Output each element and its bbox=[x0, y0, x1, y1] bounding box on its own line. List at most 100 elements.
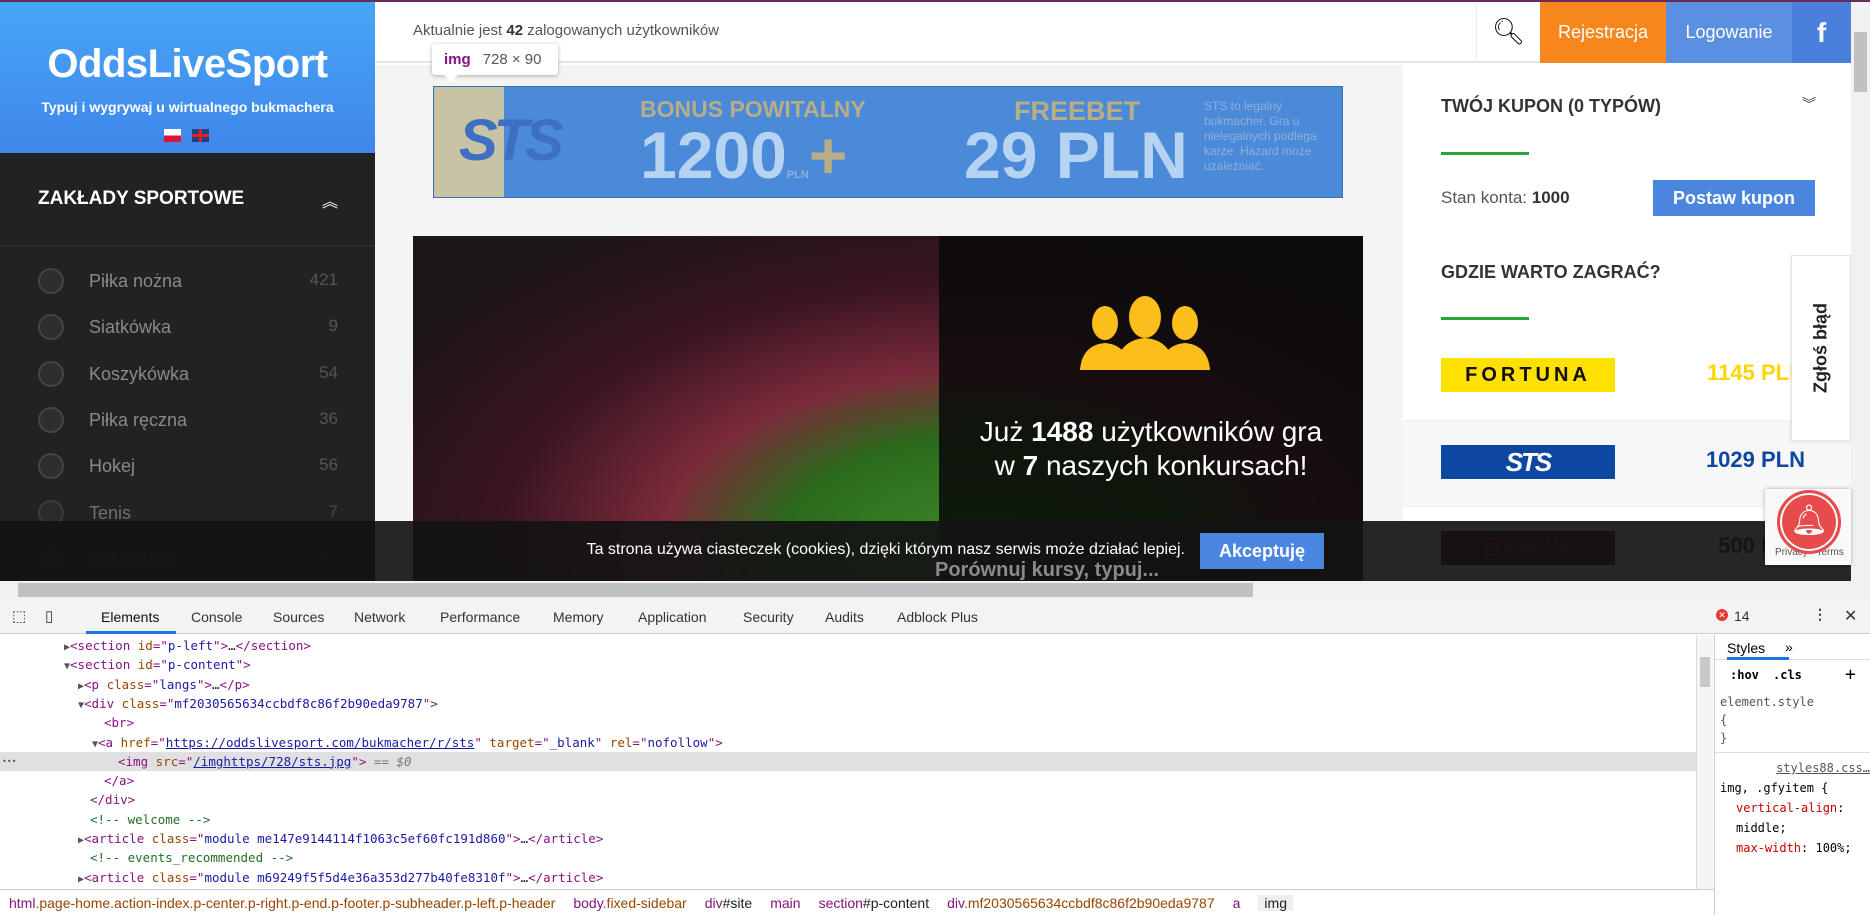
devtools-tab-elements[interactable]: Elements bbox=[101, 609, 159, 625]
code-token: " bbox=[594, 734, 610, 750]
css-property[interactable]: max-width bbox=[1736, 841, 1801, 855]
error-count[interactable]: 14 bbox=[1734, 608, 1750, 624]
breadcrumb-item[interactable]: div.mf2030565634ccbdf8c86f2b90eda9787 bbox=[947, 895, 1215, 911]
node-markup[interactable]: ▶<p class="langs">…</p> bbox=[78, 675, 250, 696]
site-logo-title[interactable]: OddsLiveSport bbox=[0, 42, 375, 87]
login-button[interactable]: Logowanie bbox=[1666, 2, 1792, 63]
breadcrumb-item[interactable]: div#site bbox=[705, 895, 752, 911]
dom-node-line[interactable]: ▶<p class="langs">…</p> bbox=[0, 675, 1696, 694]
sidebar-item[interactable]: Piłka ręczna 36 bbox=[0, 401, 375, 441]
breadcrumb-item[interactable]: a bbox=[1233, 895, 1241, 911]
error-icon[interactable]: ✕ bbox=[1716, 609, 1728, 621]
dom-node-line[interactable]: ••• <img src="/imghttps/728/sts.jpg"> == … bbox=[0, 751, 1696, 771]
flag-uk-icon[interactable] bbox=[192, 129, 209, 142]
search-button[interactable]: 🔍︎ bbox=[1476, 2, 1540, 63]
css-property[interactable]: vertical-align bbox=[1736, 801, 1837, 815]
scrollbar-thumb[interactable] bbox=[18, 583, 1253, 597]
node-markup[interactable]: <img src="/imghttps/728/sts.jpg"> == $0 bbox=[118, 752, 412, 771]
breadcrumb-item[interactable]: body.fixed-sidebar bbox=[573, 895, 686, 911]
horizontal-scrollbar[interactable] bbox=[0, 581, 1870, 599]
elements-tree[interactable]: ▶<section id="p-left">…</section> ▼<secti… bbox=[0, 635, 1696, 889]
dom-node-line[interactable]: ▶<article class="module m69249f5f5d4e36a… bbox=[0, 868, 1696, 887]
sidebar-item-label: Siatkówka bbox=[89, 317, 172, 338]
facebook-button[interactable]: f bbox=[1792, 2, 1851, 63]
css-value[interactable]: middle; bbox=[1736, 821, 1787, 835]
hov-toggle[interactable]: :hov bbox=[1730, 668, 1759, 682]
devtools-tab-audits[interactable]: Audits bbox=[825, 609, 864, 625]
sidebar-item[interactable]: Koszykówka 54 bbox=[0, 355, 375, 395]
node-actions-icon[interactable]: ••• bbox=[2, 752, 16, 771]
node-markup[interactable]: ▼<section id="p-content"> bbox=[64, 655, 251, 676]
node-markup[interactable]: ▶<article class="module m69249f5f5d4e36a… bbox=[78, 868, 603, 889]
register-button[interactable]: Rejestracja bbox=[1540, 2, 1666, 63]
chevron-down-icon[interactable]: ︾ bbox=[1802, 94, 1816, 114]
dom-node-line[interactable]: ▶<section id="p-left">…</section> bbox=[0, 636, 1696, 655]
devtools-tab-network[interactable]: Network bbox=[354, 609, 405, 625]
dom-node-line[interactable]: <!-- welcome --> bbox=[0, 810, 1696, 829]
dom-node-line[interactable]: <!-- events_recommended --> bbox=[0, 848, 1696, 867]
dom-node-line[interactable]: ▼<a href="https://oddslivesport.com/bukm… bbox=[0, 733, 1696, 752]
dom-node-line[interactable]: </div> bbox=[0, 790, 1696, 809]
more-tabs-icon[interactable]: » bbox=[1785, 639, 1793, 655]
devtools-tab-security[interactable]: Security bbox=[743, 609, 794, 625]
flag-pl-icon[interactable] bbox=[164, 129, 181, 142]
inspect-element-icon[interactable]: ⬚ bbox=[12, 607, 26, 625]
code-token: </article> bbox=[528, 831, 604, 846]
sts-banner-ad[interactable]: STS BONUS POWITALNY 1200PLN+ FREEBET 29 … bbox=[433, 86, 1343, 198]
node-markup[interactable]: <!-- welcome --> bbox=[90, 810, 210, 829]
node-markup[interactable]: <!-- events_recommended --> bbox=[90, 848, 293, 867]
device-toolbar-icon[interactable]: ▯ bbox=[45, 607, 53, 625]
page-scrollbar[interactable] bbox=[1851, 2, 1870, 581]
node-markup[interactable]: </a> bbox=[104, 771, 134, 790]
node-markup[interactable]: ▶<section id="p-left">…</section> bbox=[64, 636, 311, 657]
node-markup[interactable]: </div> bbox=[90, 790, 135, 809]
more-menu-icon[interactable]: ⋮ bbox=[1813, 606, 1827, 623]
devtools-tab-sources[interactable]: Sources bbox=[273, 609, 324, 625]
place-coupon-button[interactable]: Postaw kupon bbox=[1653, 180, 1815, 216]
css-rule[interactable]: styles88.css… img, .gfyitem { vertical-a… bbox=[1720, 758, 1870, 858]
node-markup[interactable]: ▶<article class="module me147e9144114f10… bbox=[78, 829, 603, 850]
add-rule-icon[interactable]: + bbox=[1845, 664, 1856, 685]
section-title[interactable]: ZAKŁADY SPORTOWE bbox=[38, 188, 244, 210]
devtools-tab-adblock-plus[interactable]: Adblock Plus bbox=[897, 609, 978, 625]
sidebar-item[interactable]: Piłka nożna 421 bbox=[0, 262, 375, 302]
bookmaker-row[interactable]: FORTUNA 1145 PLN bbox=[1403, 334, 1851, 420]
node-markup[interactable]: <br> bbox=[104, 713, 134, 732]
code-token: mf2030565634ccbdf8c86f2b90eda9787 bbox=[174, 695, 423, 711]
dom-node-line[interactable]: ▶<article class="module me147e9144114f10… bbox=[0, 829, 1696, 848]
scrollbar-thumb[interactable] bbox=[1700, 657, 1710, 687]
chevron-up-icon[interactable]: ︽ bbox=[322, 188, 338, 212]
dom-node-line[interactable]: ▼<section id="p-content"> bbox=[0, 655, 1696, 674]
bookmaker-logo[interactable]: FORTUNA bbox=[1441, 358, 1615, 392]
cls-toggle[interactable]: .cls bbox=[1773, 668, 1802, 682]
sidebar-item[interactable]: Siatkówka 9 bbox=[0, 308, 375, 348]
node-markup[interactable]: ▼<a href="https://oddslivesport.com/bukm… bbox=[92, 733, 723, 754]
node-markup[interactable]: ▼<div class="mf2030565634ccbdf8c86f2b90e… bbox=[78, 694, 438, 715]
css-value[interactable]: 100%; bbox=[1815, 841, 1851, 855]
bookmaker-logo[interactable]: STS bbox=[1441, 445, 1615, 479]
dom-node-line[interactable]: ▼<div class="mf2030565634ccbdf8c86f2b90e… bbox=[0, 694, 1696, 713]
code-token: class bbox=[151, 831, 190, 846]
scrollbar-thumb[interactable] bbox=[1854, 32, 1867, 92]
breadcrumb-item[interactable]: html.page-home.action-index.p-center.p-r… bbox=[9, 895, 555, 911]
devtools-tab-memory[interactable]: Memory bbox=[553, 609, 604, 625]
css-source-link[interactable]: styles88.css… bbox=[1720, 758, 1870, 778]
breadcrumb-item[interactable]: img bbox=[1258, 895, 1293, 911]
devtools-tab-performance[interactable]: Performance bbox=[440, 609, 520, 625]
dom-node-line[interactable]: </a> bbox=[0, 771, 1696, 790]
sidebar-item[interactable]: Hokej 56 bbox=[0, 447, 375, 487]
close-devtools-icon[interactable]: ✕ bbox=[1844, 606, 1857, 626]
accept-cookies-button[interactable]: Akceptuję bbox=[1200, 533, 1324, 569]
coupon-title[interactable]: TWÓJ KUPON (0 TYPÓW) bbox=[1441, 96, 1661, 117]
element-style-rule[interactable]: element.style {} bbox=[1720, 693, 1814, 747]
breadcrumb-item[interactable]: main bbox=[770, 895, 800, 911]
notification-bell-icon[interactable]: 🔔︎ bbox=[1777, 490, 1841, 554]
styles-tab[interactable]: Styles bbox=[1727, 640, 1765, 656]
breadcrumb-item[interactable]: section#p-content bbox=[819, 895, 930, 911]
devtools-tab-application[interactable]: Application bbox=[638, 609, 707, 625]
brand-header[interactable]: OddsLiveSport Typuj i wygrywaj u wirtual… bbox=[0, 2, 375, 153]
dom-node-line[interactable]: <br> bbox=[0, 713, 1696, 732]
devtools-tab-console[interactable]: Console bbox=[191, 609, 242, 625]
elements-scrollbar[interactable] bbox=[1696, 635, 1713, 889]
report-error-tab[interactable]: Zgłoś błąd bbox=[1791, 255, 1851, 441]
